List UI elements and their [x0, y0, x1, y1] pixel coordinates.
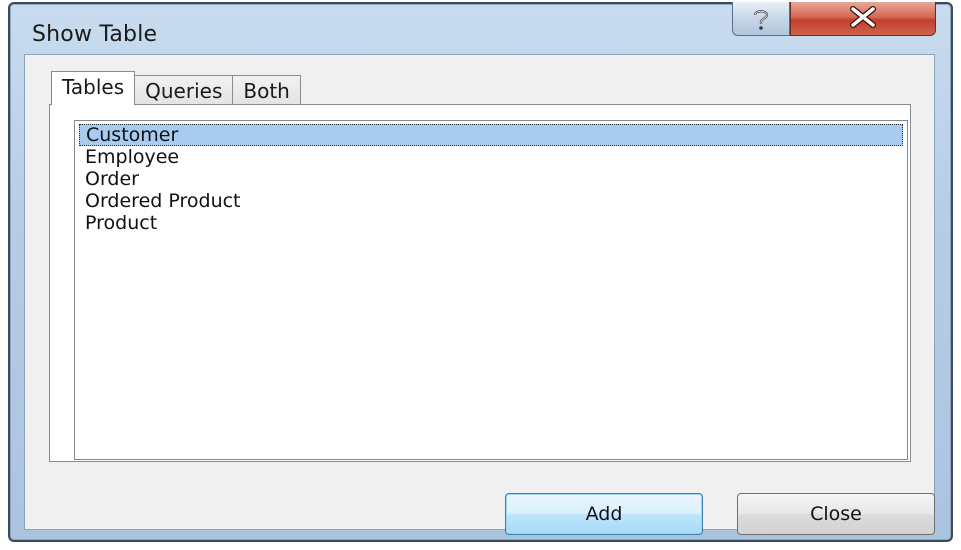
tab-queries[interactable]: Queries [134, 75, 234, 105]
list-item-product[interactable]: Product [79, 212, 157, 234]
table-listbox[interactable]: Customer Employee Order Ordered Product … [74, 120, 908, 460]
close-window-button[interactable] [790, 2, 936, 36]
list-item-employee[interactable]: Employee [79, 146, 179, 168]
page: Show Table Tables Queries Both Customer … [0, 0, 961, 550]
tab-panel-tables: Customer Employee Order Ordered Product … [49, 104, 911, 462]
help-button[interactable] [732, 2, 790, 36]
title-bar[interactable]: Show Table [10, 2, 951, 54]
close-button[interactable]: Close [737, 493, 935, 535]
add-button[interactable]: Add [505, 493, 703, 535]
list-item-customer[interactable]: Customer [79, 124, 903, 146]
dialog-body: Tables Queries Both Customer Employee Or… [24, 54, 935, 535]
show-table-dialog: Show Table Tables Queries Both Customer … [8, 2, 953, 542]
list-item-ordered-product[interactable]: Ordered Product [79, 190, 241, 212]
dialog-title: Show Table [32, 22, 158, 47]
tab-strip: Tables Queries Both [51, 71, 301, 105]
list-item-order[interactable]: Order [79, 168, 139, 190]
tab-tables[interactable]: Tables [51, 71, 136, 105]
close-x-icon [849, 5, 877, 32]
help-question-icon [750, 7, 772, 31]
tab-both[interactable]: Both [232, 75, 301, 105]
